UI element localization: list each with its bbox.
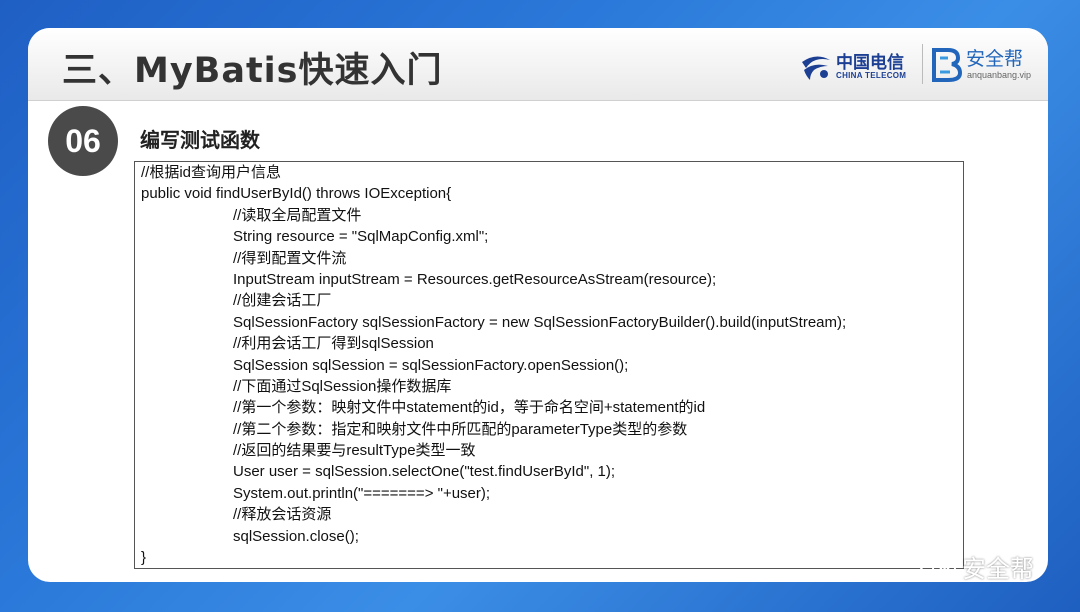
slide: 三、MyBatis快速入门 中国电信 CHINA TELECOM 安全帮 anq… xyxy=(28,28,1048,582)
code-lines: //根据id查询用户信息 public void findUserById() … xyxy=(141,162,846,568)
code-line: String resource = "SqlMapConfig.xml"; xyxy=(233,228,489,246)
code-line: User user = sqlSession.selectOne("test.f… xyxy=(233,463,616,481)
code-line: //读取全局配置文件 xyxy=(233,206,362,224)
anquanbang-name-cn: 安全帮 xyxy=(966,48,1024,70)
code-line: //得到配置文件流 xyxy=(233,249,347,267)
slide-header: 三、MyBatis快速入门 中国电信 CHINA TELECOM 安全帮 anq… xyxy=(28,28,1048,101)
china-telecom-logo: 中国电信 CHINA TELECOM xyxy=(798,46,918,86)
logo-divider xyxy=(922,44,923,84)
code-line: //第一个参数：映射文件中statement的id，等于命名空间+stateme… xyxy=(233,399,706,417)
anquanbang-logo: 安全帮 anquanbang.vip xyxy=(930,44,1040,88)
anquanbang-name-en: anquanbang.vip xyxy=(967,70,1032,80)
anquanbang-logo-icon xyxy=(932,48,962,82)
slide-title: 三、MyBatis快速入门 xyxy=(62,51,443,91)
code-line: //返回的结果要与resultType类型一致 xyxy=(233,442,476,460)
china-telecom-logo-icon xyxy=(802,56,830,80)
watermark-text: 安全帮 xyxy=(962,555,1034,583)
code-line: //创建会话工厂 xyxy=(233,292,332,310)
china-telecom-name-en: CHINA TELECOM xyxy=(836,71,907,80)
code-line: InputStream inputStream = Resources.getR… xyxy=(233,270,717,288)
wechat-watermark: 安全帮 xyxy=(918,548,1058,583)
code-line: //根据id查询用户信息 xyxy=(141,164,282,181)
code-line: public void findUserById() throws IOExce… xyxy=(141,185,452,203)
code-block: //根据id查询用户信息 public void findUserById() … xyxy=(134,161,964,569)
section-number-badge: 06 xyxy=(48,106,118,176)
code-line: } xyxy=(141,549,147,567)
section-title: 编写测试函数 xyxy=(140,128,260,152)
code-line: //下面通过SqlSession操作数据库 xyxy=(233,377,452,395)
code-line: //第二个参数：指定和映射文件中所匹配的parameterType类型的参数 xyxy=(233,420,688,438)
wechat-icon xyxy=(919,553,956,579)
code-line: //释放会话资源 xyxy=(233,506,332,524)
code-line: System.out.println("=======> "+user); xyxy=(233,484,491,502)
code-line: //利用会话工厂得到sqlSession xyxy=(233,335,434,353)
code-line: SqlSession sqlSession = sqlSessionFactor… xyxy=(233,356,629,374)
china-telecom-name-cn: 中国电信 xyxy=(836,53,904,73)
code-line: SqlSessionFactory sqlSessionFactory = ne… xyxy=(233,313,847,331)
code-line: sqlSession.close(); xyxy=(233,527,359,545)
